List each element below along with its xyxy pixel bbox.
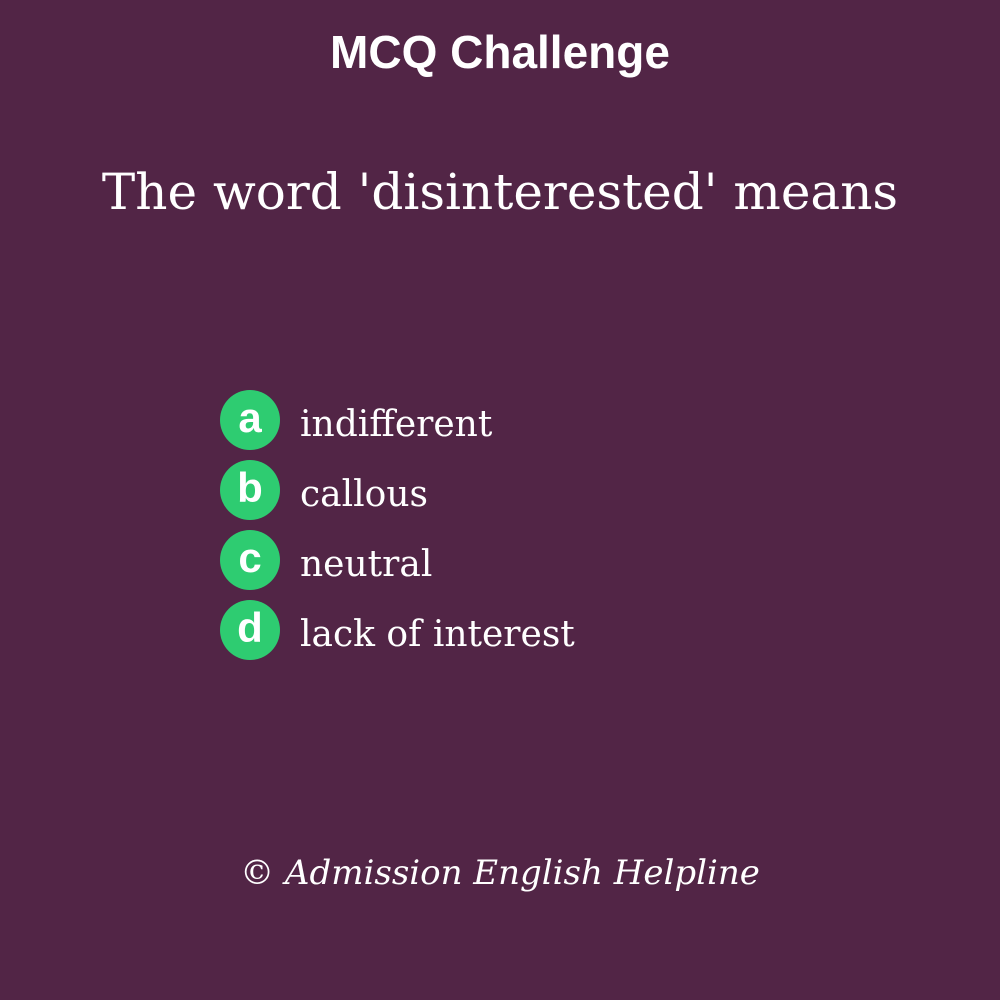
option-b-text: callous — [300, 474, 428, 515]
option-d[interactable]: d lack of interest — [220, 600, 920, 660]
option-c-badge: c — [220, 530, 280, 590]
option-d-text: lack of interest — [300, 614, 575, 655]
option-b-badge: b — [220, 460, 280, 520]
option-a-badge: a — [220, 390, 280, 450]
options-list: a indifferent b callous c neutral d lack… — [220, 390, 920, 670]
page-title: MCQ Challenge — [330, 26, 670, 78]
option-b[interactable]: b callous — [220, 460, 920, 520]
option-c[interactable]: c neutral — [220, 530, 920, 590]
option-c-text: neutral — [300, 544, 433, 585]
option-a[interactable]: a indifferent — [220, 390, 920, 450]
option-a-text: indifferent — [300, 404, 493, 445]
option-d-badge: d — [220, 600, 280, 660]
question-text: The word 'disinterested' means — [101, 163, 899, 221]
copyright-footer: © Admission English Helpline — [240, 853, 760, 893]
